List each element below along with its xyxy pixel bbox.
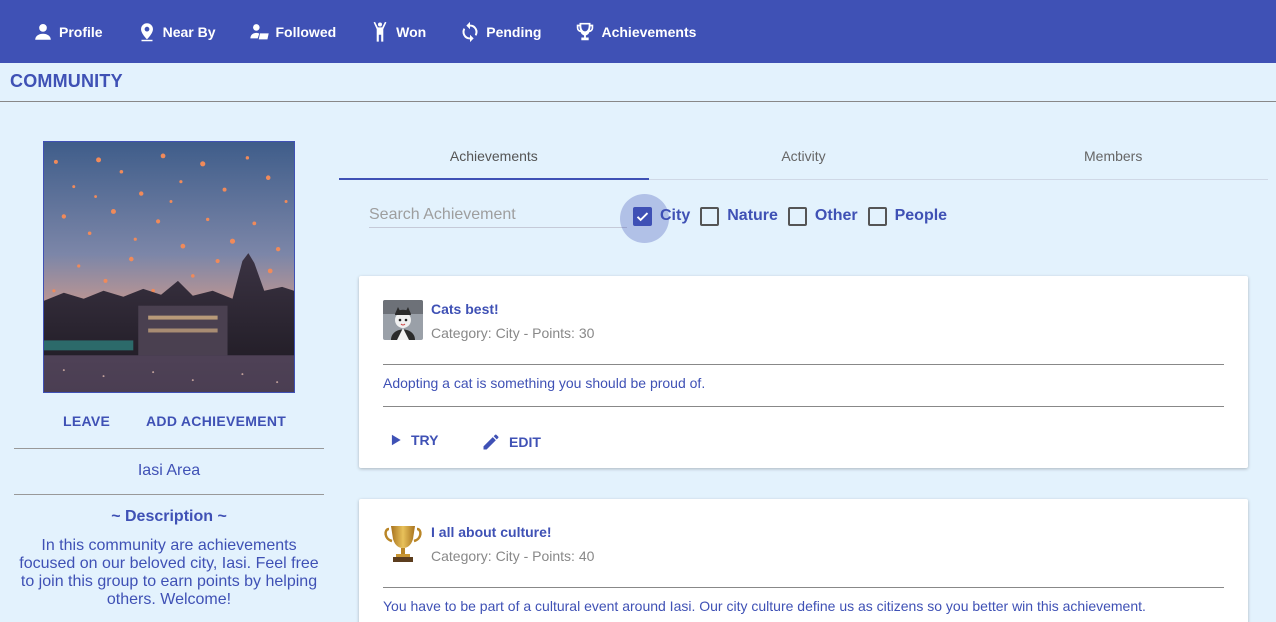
nav-item-profile[interactable]: Profile <box>32 21 103 43</box>
play-icon <box>391 434 401 446</box>
person-icon <box>35 23 51 40</box>
filter-city-checkbox[interactable] <box>620 193 669 243</box>
cat-avatar-icon <box>383 300 423 340</box>
community-image <box>43 141 295 393</box>
filter-nature[interactable]: Nature <box>700 206 778 226</box>
edit-button[interactable]: EDIT <box>481 432 541 452</box>
trophy-icon <box>383 523 423 563</box>
filter-city[interactable]: City <box>620 193 690 243</box>
left-divider <box>14 494 324 495</box>
achievement-title: Cats best! <box>431 301 499 317</box>
filter-other-checkbox[interactable] <box>787 206 807 226</box>
filter-label: Other <box>814 207 858 224</box>
community-tabs: Achievements Activity Members <box>339 141 1268 180</box>
description-title: ~ Description ~ <box>111 508 227 525</box>
leave-button[interactable]: LEAVE <box>63 413 110 429</box>
nav-item-label: Near By <box>162 23 216 40</box>
community-actions: LEAVE ADD ACHIEVEMENT <box>0 413 338 433</box>
followed-icon <box>249 23 269 39</box>
check-icon <box>636 211 649 221</box>
filter-other[interactable]: Other <box>787 206 858 226</box>
achievement-title: I all about culture! <box>431 524 552 540</box>
top-nav: Profile Near By Followed Won Pending Ach… <box>0 0 1276 63</box>
filter-label: Nature <box>727 207 778 224</box>
community-area: Iasi Area <box>137 462 201 479</box>
card-divider <box>383 364 1224 365</box>
try-label: TRY <box>411 432 439 448</box>
nav-item-achievements[interactable]: Achievements <box>574 21 696 43</box>
nav-item-won[interactable]: Won <box>369 21 426 43</box>
location-pin-icon <box>140 22 153 41</box>
nav-item-label: Achievements <box>601 23 697 40</box>
tab-achievements[interactable]: Achievements <box>339 141 649 180</box>
card-divider <box>383 587 1224 588</box>
tab-members[interactable]: Members <box>958 141 1268 179</box>
achievement-description: Adopting a cat is something you should b… <box>383 375 706 391</box>
pencil-icon <box>483 434 499 450</box>
achievement-subtitle: Category: City - Points: 30 <box>431 325 595 341</box>
nav-item-pending[interactable]: Pending <box>459 21 541 43</box>
won-figure-icon <box>373 21 387 42</box>
title-divider <box>0 101 1276 102</box>
try-button[interactable]: TRY <box>389 432 438 448</box>
filter-people[interactable]: People <box>867 206 948 226</box>
sync-icon <box>462 21 478 42</box>
achievement-card: I all about culture! Category: City - Po… <box>359 499 1248 622</box>
filter-label: People <box>894 207 948 224</box>
nav-item-label: Profile <box>59 23 103 40</box>
search-achievement-input[interactable] <box>369 202 627 228</box>
nav-item-label: Won <box>396 23 427 40</box>
tab-activity[interactable]: Activity <box>649 141 959 179</box>
edit-label: EDIT <box>509 434 541 450</box>
lanterns-city-image <box>44 142 294 392</box>
filter-nature-checkbox[interactable] <box>700 206 720 226</box>
page-title: COMMUNITY <box>10 71 123 91</box>
achievement-description: You have to be part of a cultural event … <box>383 598 1146 614</box>
category-filters: City Nature Other People <box>620 193 957 243</box>
achievement-subtitle: Category: City - Points: 40 <box>431 548 595 564</box>
community-description: In this community are achievements focus… <box>19 537 319 608</box>
add-achievement-button[interactable]: ADD ACHIEVEMENT <box>146 413 286 429</box>
nav-item-label: Followed <box>275 23 337 40</box>
nav-item-label: Pending <box>486 23 542 40</box>
nav-item-followed[interactable]: Followed <box>249 21 337 43</box>
card-divider <box>383 406 1224 407</box>
left-divider <box>14 448 324 449</box>
filter-people-checkbox[interactable] <box>867 206 887 226</box>
nav-item-near-by[interactable]: Near By <box>136 21 216 43</box>
achievement-card: Cats best! Category: City - Points: 30 A… <box>359 276 1248 468</box>
trophy-icon <box>577 22 594 40</box>
